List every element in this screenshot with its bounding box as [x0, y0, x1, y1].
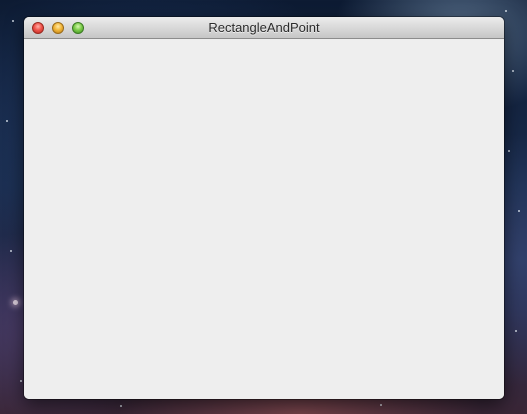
- window-titlebar[interactable]: RectangleAndPoint: [24, 17, 504, 39]
- wallpaper-star: [10, 250, 12, 252]
- wallpaper-star: [120, 405, 122, 407]
- wallpaper-star: [6, 120, 8, 122]
- wallpaper-star: [20, 380, 22, 382]
- desktop-wallpaper: RectangleAndPoint: [0, 0, 527, 414]
- window-title: RectangleAndPoint: [208, 20, 320, 35]
- wallpaper-star: [505, 10, 507, 12]
- wallpaper-star: [380, 404, 382, 406]
- wallpaper-star: [508, 150, 510, 152]
- wallpaper-star: [512, 70, 514, 72]
- window-content-area[interactable]: [24, 39, 504, 399]
- app-window: RectangleAndPoint: [24, 17, 504, 399]
- wallpaper-star: [518, 210, 520, 212]
- wallpaper-star: [12, 20, 14, 22]
- wallpaper-star: [13, 300, 18, 305]
- wallpaper-star: [515, 330, 517, 332]
